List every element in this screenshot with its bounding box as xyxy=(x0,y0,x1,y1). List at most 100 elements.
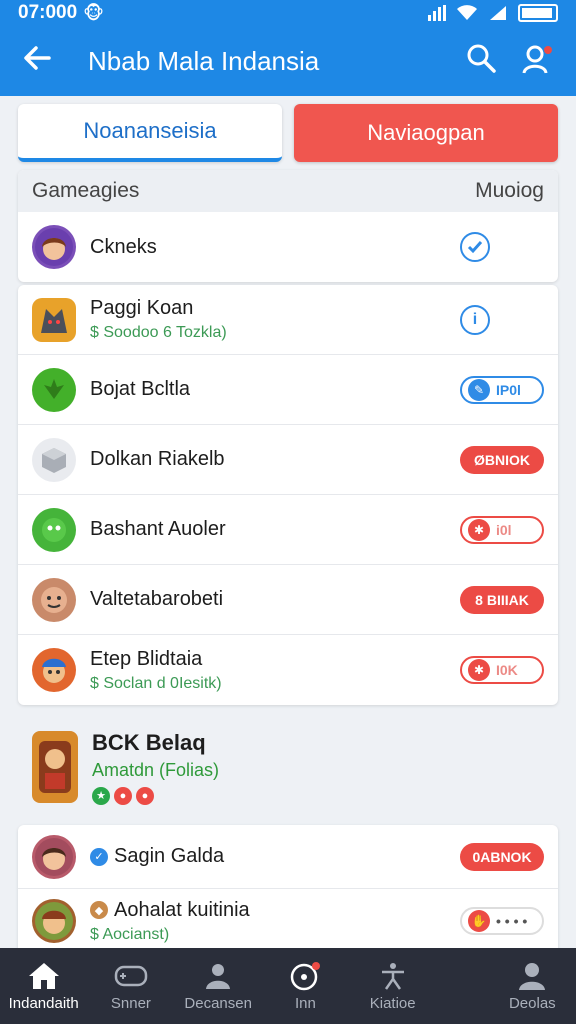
app-bar: Nbab Mala Indansia xyxy=(0,26,576,96)
verified-icon: ✓ xyxy=(90,847,108,866)
item-name: ◆ Aohalat kuitinia xyxy=(90,899,460,922)
featured-item[interactable]: BCK Belaq Amatdn (Folias) ★ ● ● xyxy=(18,720,558,814)
cell-icon xyxy=(490,6,506,20)
signal-icon xyxy=(428,5,446,21)
info-icon: i xyxy=(472,310,478,328)
battery-icon xyxy=(518,4,558,22)
nav-label: Indandaith xyxy=(8,994,79,1012)
nav-item-deolas[interactable]: Deolas xyxy=(489,948,576,1024)
nav-item-home[interactable]: Indandaith xyxy=(0,948,87,1024)
item-name: Paggi Koan xyxy=(90,297,194,319)
controller-icon xyxy=(113,961,149,995)
star-icon: ★ xyxy=(92,786,110,805)
down-arrow-icon xyxy=(44,378,64,399)
check-icon xyxy=(467,241,483,254)
person-icon xyxy=(515,961,549,995)
item-name-text: Sagin Galda xyxy=(114,845,225,867)
toggle-label: IP0l xyxy=(496,381,521,398)
girl-avatar-icon xyxy=(35,837,73,876)
toggle-label: I0K xyxy=(496,662,518,678)
page-title: Nbab Mala Indansia xyxy=(88,45,320,76)
check-button[interactable] xyxy=(460,232,490,262)
badge-icon: ● xyxy=(114,786,132,805)
block-button[interactable]: 0ABNOK xyxy=(460,842,544,871)
friends-list: ✓ Sagin Galda 0ABNOK ◆ Aohalat kuitinia $ A… xyxy=(18,825,558,955)
block-button[interactable]: ØBNIOK xyxy=(460,445,544,474)
nav-label: Snner xyxy=(110,994,151,1012)
featured-name: BCK Belaq xyxy=(92,729,206,755)
alien-icon xyxy=(42,517,66,542)
list-item[interactable]: Valtetabarobeti 8 BIIIAK xyxy=(18,565,558,635)
game-icon xyxy=(32,648,76,692)
item-name: ✓ Sagin Galda xyxy=(90,845,460,868)
list-item[interactable]: Dolkan Riakelb ØBNIOK xyxy=(18,425,558,495)
boy-avatar-icon xyxy=(35,902,73,940)
back-button[interactable] xyxy=(0,43,74,79)
wifi-icon xyxy=(457,5,477,20)
bottom-navigation: Indandaith Snner Decansen Inn Kiatioe De… xyxy=(0,948,576,1024)
toggle-button[interactable]: ✱ I0K xyxy=(460,656,544,684)
record-icon xyxy=(289,961,321,995)
profile-button[interactable] xyxy=(522,43,554,80)
list-item[interactable]: Paggi Koan $ Soodoo 6 Tozkla) i xyxy=(18,285,558,355)
home-icon xyxy=(27,961,61,995)
item-sub: $ Soclan d 0Iesitk) xyxy=(90,674,222,692)
nav-label: Deolas xyxy=(508,994,556,1012)
featured-sub: Amatdn (Folias) xyxy=(92,759,220,780)
cube-icon xyxy=(42,447,66,473)
link-icon: ✎ xyxy=(468,378,490,401)
more-button[interactable]: ✋ • • • • xyxy=(460,907,544,935)
diamond-icon: ◆ xyxy=(90,901,108,920)
search-icon xyxy=(467,44,496,73)
hero-icon xyxy=(42,658,66,683)
list-item[interactable]: Ckneks xyxy=(18,212,558,282)
game-icon xyxy=(32,297,76,342)
item-name-text: Aohalat kuitinia xyxy=(114,898,250,921)
accessibility-icon xyxy=(377,961,409,995)
toggle-button[interactable]: ✎ IP0l xyxy=(460,375,544,404)
avatar xyxy=(32,899,76,943)
nav-item-kiatioe[interactable]: Kiatioe xyxy=(349,948,436,1024)
face-icon xyxy=(41,586,67,613)
toggle-label: i0l xyxy=(496,521,512,538)
nav-label: Decansen xyxy=(184,994,252,1012)
arrow-left-icon xyxy=(24,46,51,70)
item-name: Bashant Auoler xyxy=(90,518,226,540)
monkey-icon: 🐵 xyxy=(83,2,104,23)
nav-label: Inn xyxy=(295,994,316,1012)
gear-icon: ✱ xyxy=(468,659,490,681)
avatar xyxy=(32,225,76,269)
nav-item-inn[interactable]: Inn xyxy=(262,948,349,1024)
status-bar: 07:000 🐵 xyxy=(0,0,576,26)
info-button[interactable]: i xyxy=(460,304,490,335)
list-item[interactable]: Etep Blidtaia $ Soclan d 0Iesitk) ✱ I0K xyxy=(18,635,558,705)
wolf-icon xyxy=(41,308,67,333)
block-button[interactable]: 8 BIIIAK xyxy=(460,585,544,614)
item-name: Dolkan Riakelb xyxy=(90,448,225,470)
girl-avatar-icon xyxy=(35,228,73,266)
list-item[interactable]: ✓ Sagin Galda 0ABNOK xyxy=(18,825,558,889)
game-icon xyxy=(32,367,76,412)
search-button[interactable] xyxy=(466,43,496,80)
item-name: Bojat Bcltla xyxy=(90,378,191,400)
badges: ★ ● ● xyxy=(92,786,544,805)
categories-section: Gameagies Muoiog Ckneks xyxy=(18,170,558,282)
status-time: 07:000 xyxy=(18,2,78,23)
game-icon xyxy=(32,437,76,482)
warrior-icon xyxy=(39,741,71,793)
nav-item-snner[interactable]: Snner xyxy=(87,948,174,1024)
nav-item-decansen[interactable]: Decansen xyxy=(175,948,262,1024)
featured-game-icon xyxy=(32,731,78,803)
section-action[interactable]: Muoiog xyxy=(475,179,544,203)
list-item[interactable]: Bashant Auoler ✱ i0l xyxy=(18,495,558,565)
list-item[interactable]: ◆ Aohalat kuitinia $ Aocianst) ✋ • • • • xyxy=(18,889,558,953)
tab-noananseisia[interactable]: Noananseisia xyxy=(18,104,282,162)
grab-icon: ✋ xyxy=(468,910,490,932)
section-title: Gameagies xyxy=(32,179,140,202)
tab-bar: Noananseisia Naviaogpan xyxy=(18,104,558,162)
list-item[interactable]: Bojat Bcltla ✎ IP0l xyxy=(18,355,558,425)
tab-naviaogpan[interactable]: Naviaogpan xyxy=(294,104,558,162)
item-name: Ckneks xyxy=(90,235,157,258)
toggle-button[interactable]: ✱ i0l xyxy=(460,515,544,544)
